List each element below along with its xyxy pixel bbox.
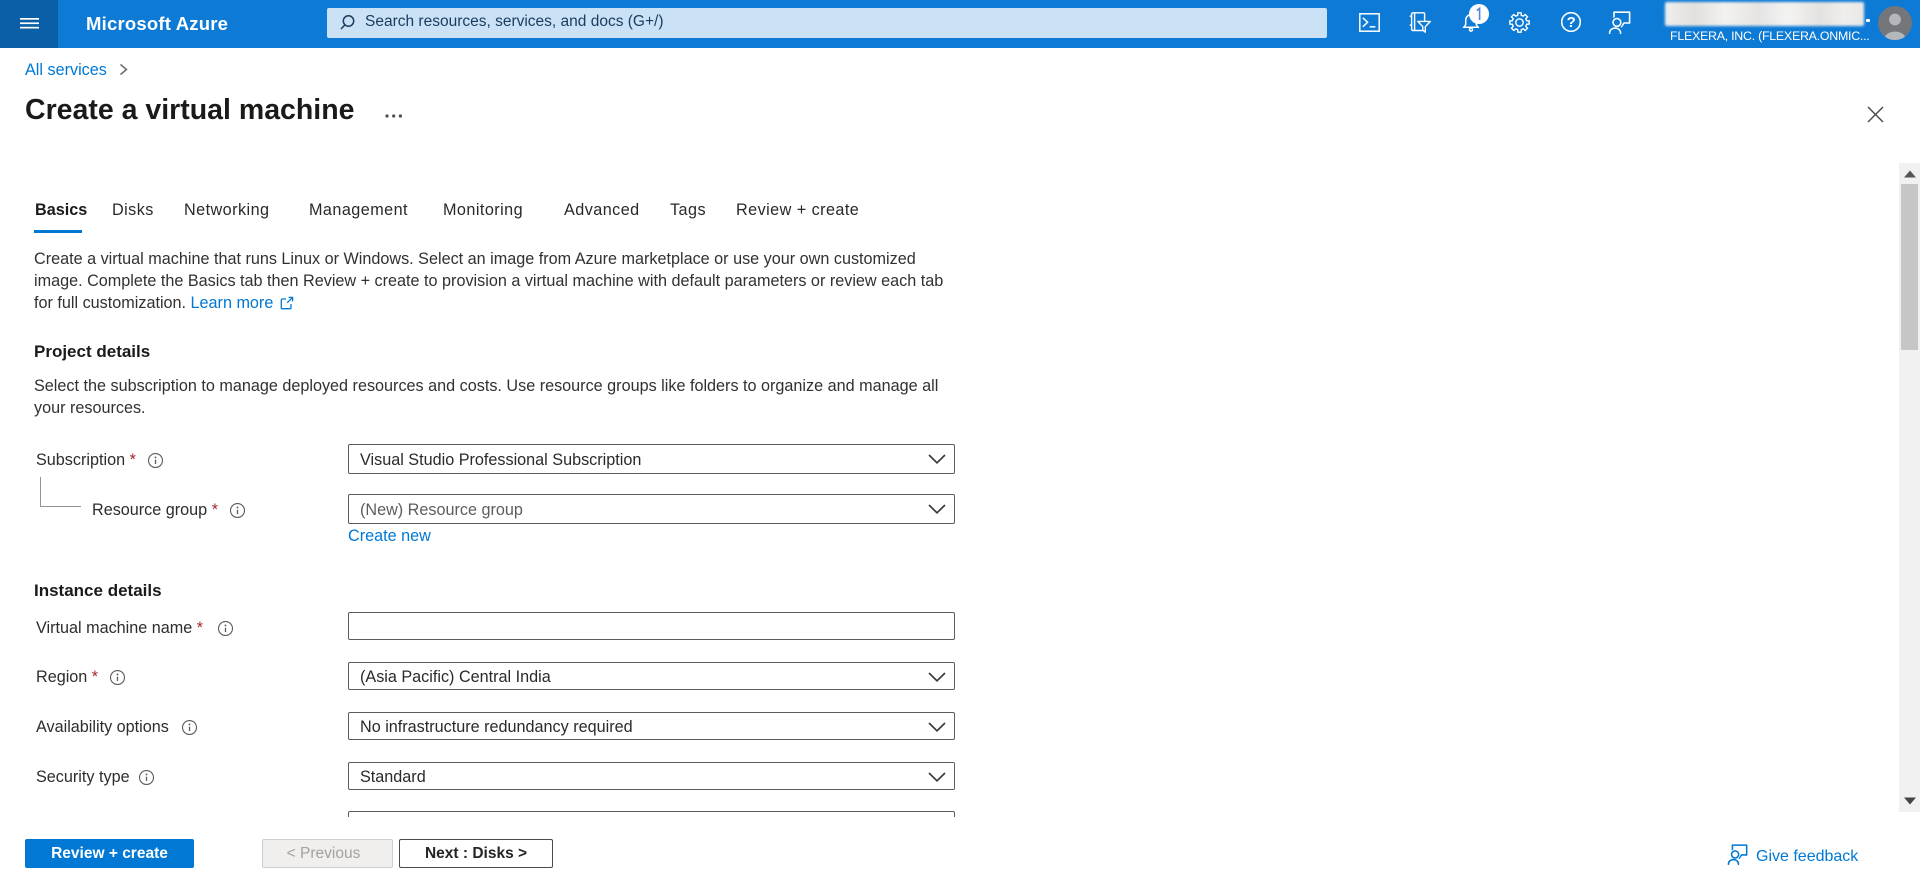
svg-text:?: ? — [1567, 14, 1576, 31]
